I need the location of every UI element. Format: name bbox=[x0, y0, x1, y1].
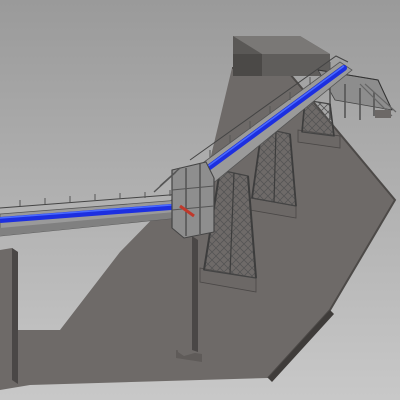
support-column-left bbox=[0, 248, 18, 386]
conveyor-3d-model[interactable] bbox=[0, 0, 400, 400]
support-column-middle bbox=[178, 236, 198, 356]
model-viewport[interactable] bbox=[0, 0, 400, 400]
